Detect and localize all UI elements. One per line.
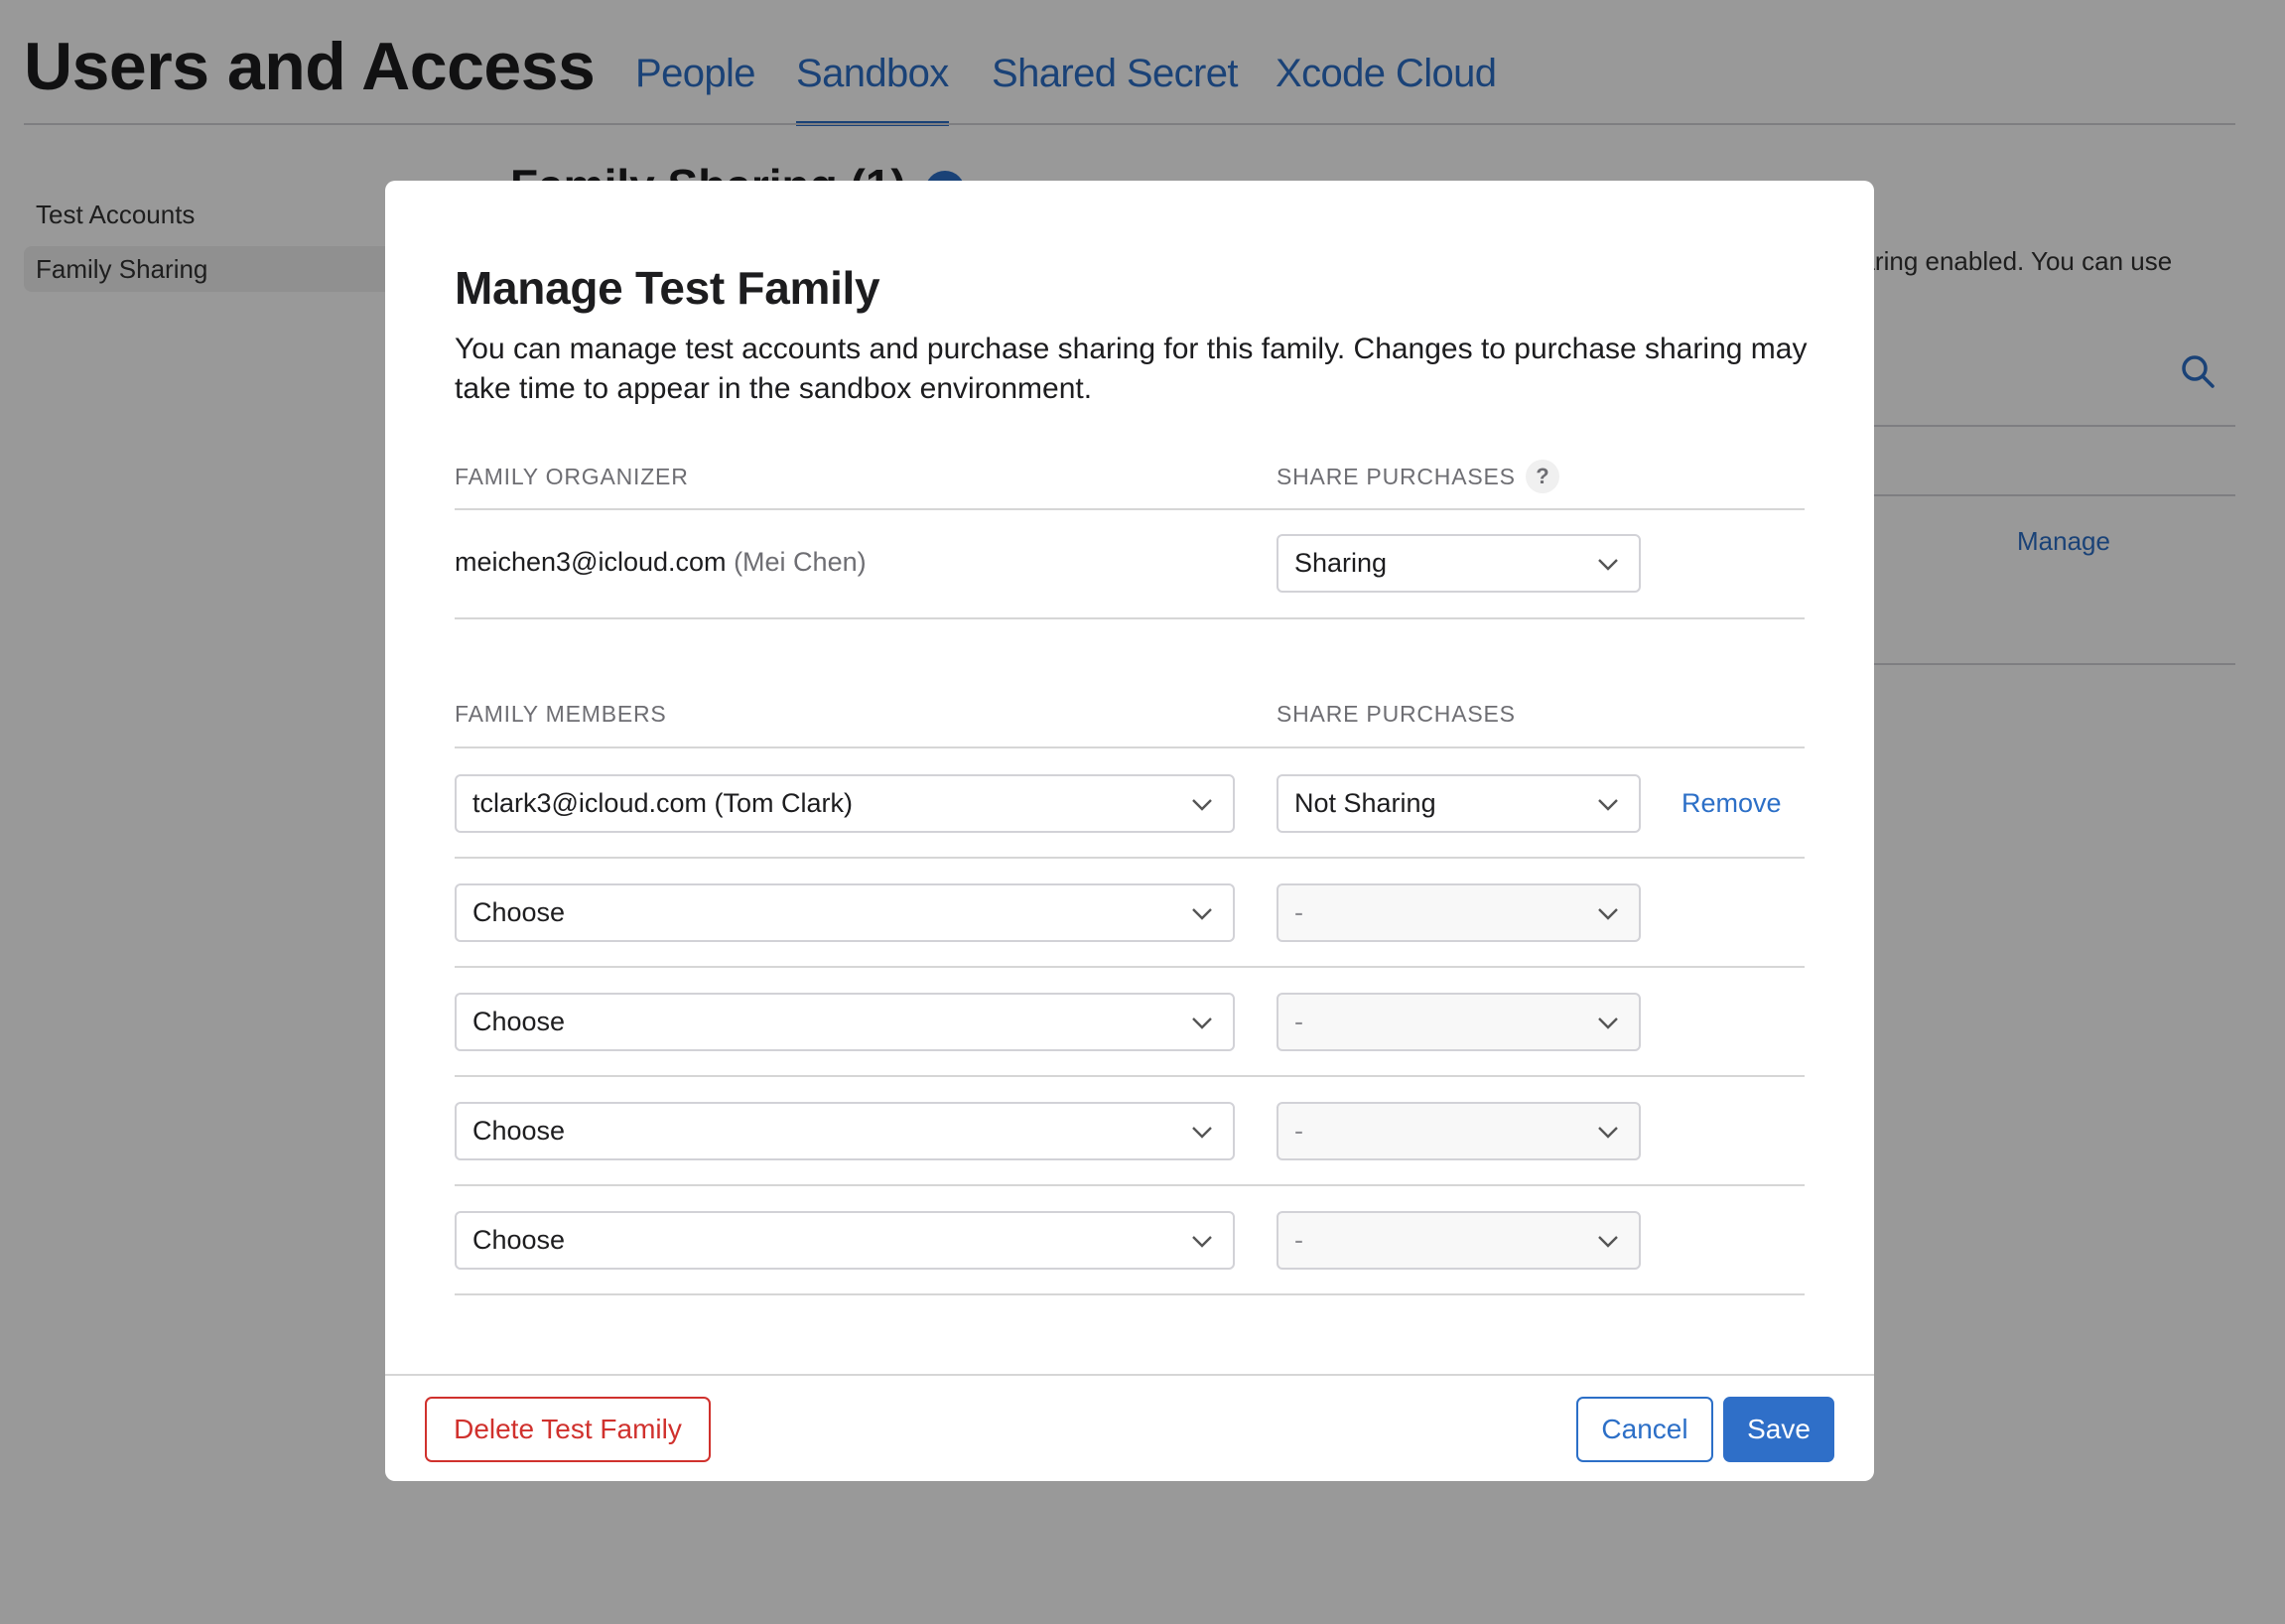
chevron-down-icon: [1598, 799, 1618, 811]
organizer-share-select[interactable]: Sharing: [1277, 534, 1641, 593]
member-share-purchases-label: Share Purchases: [1277, 701, 1516, 727]
organizer-account: meichen3@icloud.com (Mei Chen): [455, 542, 867, 582]
member-account-select[interactable]: Choose: [455, 883, 1235, 942]
select-value: Not Sharing: [1294, 788, 1436, 818]
chevron-down-icon: [1598, 1236, 1618, 1248]
select-value: Choose: [472, 897, 566, 927]
member-share-select[interactable]: -: [1277, 993, 1641, 1051]
chevron-down-icon: [1598, 1127, 1618, 1139]
row-divider: [455, 1075, 1805, 1077]
footer-divider: [385, 1374, 1874, 1376]
chevron-down-icon: [1598, 908, 1618, 920]
share-purchases-label: Share Purchases: [1277, 464, 1516, 489]
chevron-down-icon: [1192, 1017, 1212, 1029]
member-share-select[interactable]: -: [1277, 883, 1641, 942]
select-value: -: [1294, 1007, 1303, 1036]
member-account-select[interactable]: tclark3@icloud.com (Tom Clark): [455, 774, 1235, 833]
organizer-email: meichen3@icloud.com: [455, 547, 727, 577]
dialog-title: Manage Test Family: [455, 262, 880, 314]
select-value: -: [1294, 1225, 1303, 1255]
organizer-name: (Mei Chen): [734, 547, 867, 577]
member-account-select[interactable]: Choose: [455, 1211, 1235, 1270]
select-value: Choose: [472, 1007, 566, 1036]
cancel-button[interactable]: Cancel: [1576, 1397, 1713, 1462]
select-value: Choose: [472, 1116, 566, 1146]
row-divider: [455, 966, 1805, 968]
row-divider: [455, 857, 1805, 859]
dialog-description: You can manage test accounts and purchas…: [455, 333, 1808, 405]
select-value: -: [1294, 1116, 1303, 1146]
member-share-select[interactable]: Not Sharing: [1277, 774, 1641, 833]
save-button[interactable]: Save: [1723, 1397, 1834, 1462]
chevron-down-icon: [1192, 799, 1212, 811]
chevron-down-icon: [1598, 559, 1618, 571]
delete-test-family-button[interactable]: Delete Test Family: [425, 1397, 711, 1462]
family-members-label: Family Members: [455, 701, 667, 727]
member-share-select[interactable]: -: [1277, 1211, 1641, 1270]
section-divider: [455, 508, 1805, 510]
share-purchases-help-icon[interactable]: ?: [1526, 460, 1559, 493]
manage-test-family-dialog: Manage Test Family You can manage test a…: [385, 181, 1874, 1481]
family-organizer-label: Family Organizer: [455, 464, 689, 489]
member-account-select[interactable]: Choose: [455, 1102, 1235, 1160]
select-value: Choose: [472, 1225, 566, 1255]
select-value: -: [1294, 897, 1303, 927]
section-divider: [455, 746, 1805, 748]
section-divider: [455, 617, 1805, 619]
chevron-down-icon: [1598, 1017, 1618, 1029]
remove-member-link[interactable]: Remove: [1681, 783, 1782, 823]
chevron-down-icon: [1192, 1127, 1212, 1139]
member-share-select[interactable]: -: [1277, 1102, 1641, 1160]
row-divider: [455, 1184, 1805, 1186]
select-value: Sharing: [1294, 548, 1388, 578]
chevron-down-icon: [1192, 908, 1212, 920]
member-account-select[interactable]: Choose: [455, 993, 1235, 1051]
chevron-down-icon: [1192, 1236, 1212, 1248]
select-value: tclark3@icloud.com (Tom Clark): [472, 788, 853, 818]
row-divider: [455, 1293, 1805, 1295]
